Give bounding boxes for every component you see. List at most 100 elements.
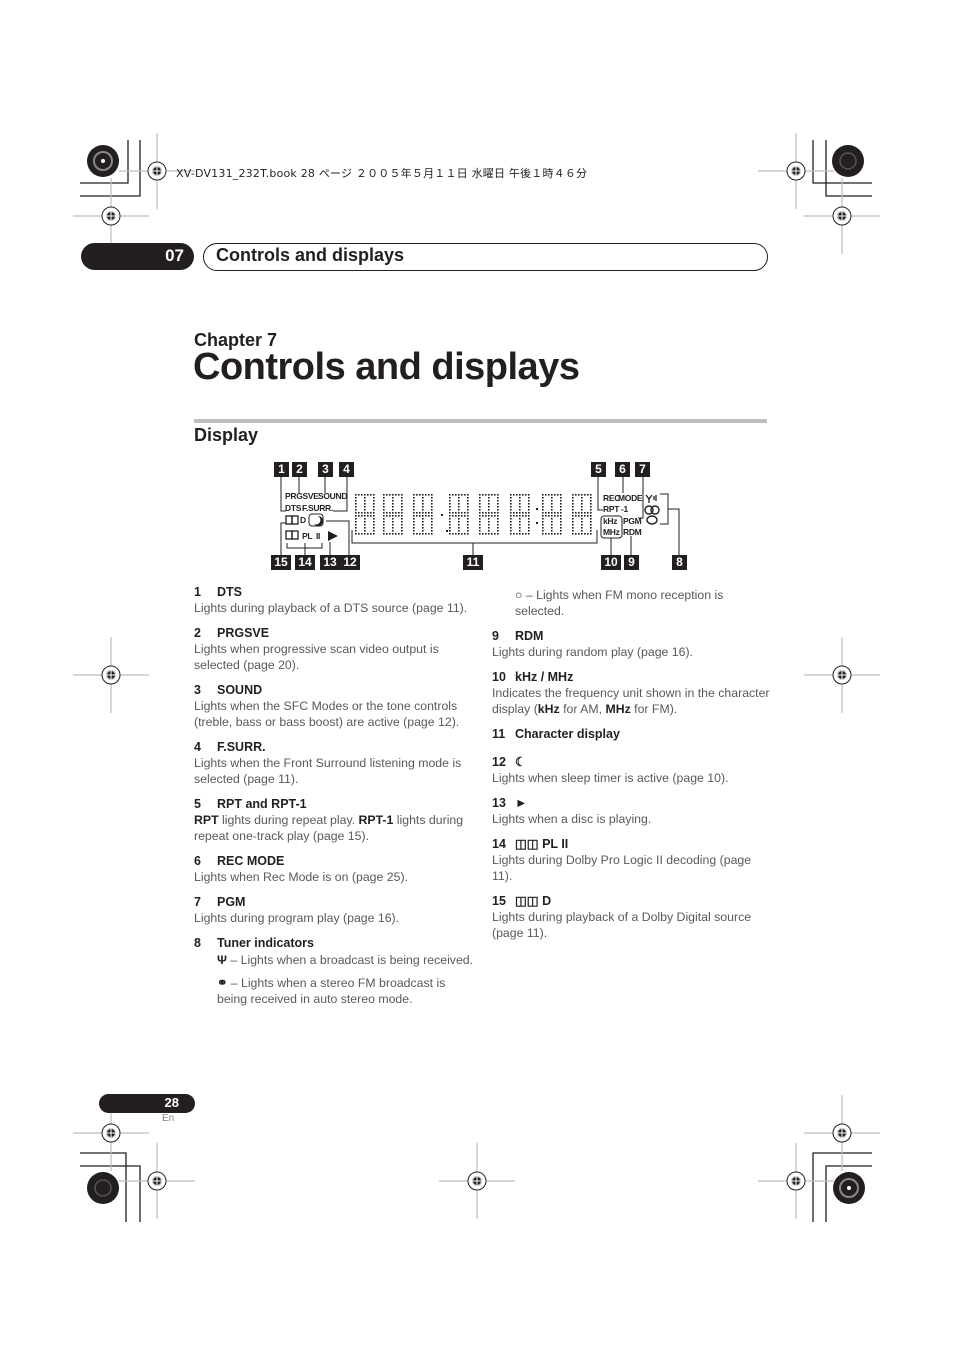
sub-item-stereo: ⚭ – Lights when a stereo FM broadcast is…	[217, 976, 446, 1006]
sleep-icon	[308, 513, 324, 527]
item-title: PL II	[542, 837, 569, 851]
character-cell	[449, 494, 469, 535]
callout-8: 8	[672, 555, 687, 570]
list-item: 9 RDM Lights during random play (page 16)…	[492, 628, 772, 660]
item-title: RPT and RPT-1	[217, 797, 307, 811]
character-cell	[355, 494, 375, 535]
item-title: kHz / MHz	[515, 670, 574, 684]
list-item: 3 SOUND Lights when the SFC Modes or the …	[194, 682, 474, 730]
page-number: 28	[164, 1095, 179, 1110]
character-cell	[542, 494, 562, 535]
separator-dot	[536, 522, 538, 524]
callout-11: 11	[463, 555, 483, 570]
item-body: Lights during Dolby Pro Logic II decodin…	[492, 853, 752, 883]
lcd-dolby-d: D	[300, 515, 306, 525]
character-cell	[479, 494, 499, 535]
lcd-pgm: PGM	[623, 516, 642, 526]
mono-icon	[646, 515, 658, 525]
right-column: ○ – Lights when FM mono reception is sel…	[492, 586, 772, 950]
dolby-icon: ◫◫	[515, 894, 543, 908]
callout-12: 12	[340, 555, 360, 570]
sleep-icon: ☾	[515, 755, 527, 769]
lcd-rdm: RDM	[623, 527, 642, 537]
callout-5: 5	[591, 462, 606, 477]
item-title: PRGSVE	[217, 626, 270, 640]
list-item: 15 ◫◫ D Lights during playback of a Dolby…	[492, 893, 772, 941]
item-title: Tuner indicators	[217, 936, 315, 950]
list-item: 7 PGM Lights during program play (page 16…	[194, 894, 474, 926]
list-item: 4 F.SURR. Lights when the Front Surround …	[194, 739, 474, 787]
callout-6: 6	[615, 462, 630, 477]
item-title: F.SURR.	[217, 740, 266, 754]
dolby-icon	[285, 515, 299, 540]
item-title: DTS	[217, 585, 242, 599]
callout-7: 7	[635, 462, 650, 477]
lcd-rpt: RPT	[603, 504, 620, 514]
separator-dot	[536, 508, 538, 510]
sub-item-mono: ○ – Lights when FM mono reception is sel…	[515, 588, 724, 618]
list-item: 6 REC MODE Lights when Rec Mode is on (pa…	[194, 853, 474, 885]
left-column: 1 DTS Lights during playback of a DTS sou…	[194, 584, 474, 1016]
item-body: Lights when the Front Surround listening…	[194, 756, 462, 786]
lcd-mhz: MHz	[603, 527, 620, 537]
item-title: PGM	[217, 895, 246, 909]
lcd-rpt1: -1	[621, 504, 628, 514]
list-item: 5 RPT and RPT-1 RPT lights during repeat …	[194, 796, 474, 844]
play-icon: ►	[515, 796, 528, 810]
list-item: 14 ◫◫ PL II Lights during Dolby Pro Logic…	[492, 836, 772, 884]
antenna-icon: Ψ	[217, 953, 227, 967]
list-item: 1 DTS Lights during playback of a DTS sou…	[194, 584, 474, 616]
lcd-sound: SOUND	[318, 491, 348, 501]
list-item: 10 kHz / MHz Indicates the frequency unit…	[492, 669, 772, 717]
sub-item-antenna: Ψ – Lights when a broadcast is being rec…	[217, 953, 474, 967]
stereo-icon: ⚭	[217, 976, 228, 990]
item-title: Character display	[515, 727, 620, 741]
stereo-icon	[644, 505, 660, 515]
separator-dot	[441, 514, 443, 516]
character-cell	[510, 494, 530, 535]
callout-4: 4	[339, 462, 354, 477]
lcd-prgsve: PRGSVE	[285, 491, 319, 501]
separator-dot	[446, 530, 448, 532]
callout-3: 3	[318, 462, 333, 477]
character-cell	[413, 494, 433, 535]
list-item: ○ – Lights when FM mono reception is sel…	[492, 587, 772, 619]
list-item: 11 Character display	[492, 727, 620, 741]
page-number-tab: 28	[99, 1094, 195, 1113]
dolby-icon: ◫◫	[515, 837, 543, 851]
callout-13: 13	[320, 555, 340, 570]
item-body: Lights during playback of a DTS source (…	[194, 601, 468, 615]
item-title: REC MODE	[217, 854, 285, 868]
item-body: Lights during playback of a Dolby Digita…	[492, 910, 752, 940]
item-body: Lights when a disc is playing.	[492, 812, 652, 826]
list-item: 8 Tuner indicators Ψ – Lights when a broa…	[194, 936, 474, 1006]
lcd-khz: kHz	[603, 516, 618, 526]
callout-14: 14	[295, 555, 315, 570]
item-body: Lights when Rec Mode is on (page 25).	[194, 870, 408, 884]
callout-1: 1	[274, 462, 289, 477]
item-body: Lights when progressive scan video outpu…	[194, 642, 439, 672]
item-body: Lights when sleep timer is active (page …	[492, 771, 729, 785]
character-cell	[572, 494, 592, 535]
item-body: Lights during program play (page 16).	[194, 911, 400, 925]
item-body: RPT lights during repeat play. RPT-1 lig…	[194, 813, 464, 843]
item-body: Lights during random play (page 16).	[492, 645, 693, 659]
list-item: 12 ☾ Lights when sleep timer is active (p…	[492, 754, 772, 786]
play-icon	[328, 531, 338, 541]
item-title: RDM	[515, 629, 544, 643]
item-body: Indicates the frequency unit shown in th…	[492, 686, 770, 716]
item-body: Lights when the SFC Modes or the tone co…	[194, 699, 460, 729]
item-title: D	[542, 894, 552, 908]
callout-10: 10	[601, 555, 621, 570]
page-language: En	[162, 1113, 175, 1124]
lcd-pl: PL	[302, 531, 313, 541]
lcd-pl-ii: II	[316, 531, 321, 541]
list-item: 2 PRGSVE Lights when progressive scan vid…	[194, 625, 474, 673]
lcd-dts: DTS	[285, 503, 302, 513]
list-item: 13 ► Lights when a disc is playing.	[492, 795, 772, 827]
item-title: SOUND	[217, 683, 263, 697]
lcd-fsurr: F.SURR.	[302, 503, 333, 513]
lcd-mode: MODE	[618, 493, 643, 503]
character-cell	[383, 494, 403, 535]
callout-15: 15	[271, 555, 291, 570]
